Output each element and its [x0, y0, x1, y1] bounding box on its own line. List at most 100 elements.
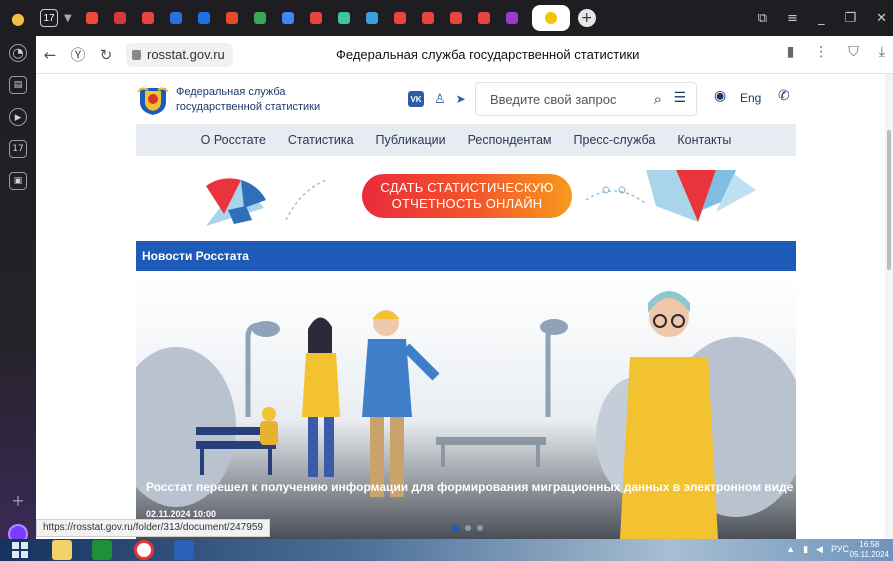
new-tab-icon[interactable]: +: [577, 9, 596, 27]
news-title[interactable]: Росстат перешел к получению информации д…: [146, 480, 793, 494]
media-icon[interactable]: ▣: [9, 172, 27, 190]
play-icon[interactable]: ▸: [9, 108, 27, 126]
slider-dot-3[interactable]: [477, 525, 483, 531]
address-bar-actions: ▮ ⋮ ⛉ ⤓: [787, 44, 885, 60]
phone-icon[interactable]: ✆: [778, 88, 790, 104]
browser-tab[interactable]: ⋮: [316, 7, 526, 257]
store-icon[interactable]: [92, 540, 112, 560]
menu-item-press[interactable]: Пресс-служба: [574, 133, 656, 147]
search-input[interactable]: [490, 91, 630, 107]
menu-item-publications[interactable]: Публикации: [376, 133, 446, 147]
screen: ● 17 ▼ ⋮⋮⋮⋮⋮⋮⋮⋮⋮⋮⋮⋮⋮⋮⋮⋮ + ⧉ ≡ _ ❐ ✕ ◔ ▤ …: [0, 0, 893, 561]
rosstat-logo[interactable]: [136, 82, 170, 116]
search-box: ⌕ ☰: [475, 82, 697, 116]
browser-tab[interactable]: ⋮: [316, 7, 470, 257]
tab-favicon-icon: [365, 12, 378, 24]
back-icon[interactable]: ←: [36, 46, 64, 64]
browser-tab[interactable]: ⋮: [246, 7, 324, 257]
minimize-icon[interactable]: _: [818, 11, 825, 26]
calendar-icon[interactable]: 17: [9, 140, 27, 158]
browser-tab[interactable]: ⋮: [316, 7, 442, 257]
network-icon[interactable]: ▮: [803, 544, 808, 555]
tabs-view-icon[interactable]: ⧉: [758, 11, 767, 26]
tab-favicon-icon: [421, 12, 434, 24]
download-icon[interactable]: ⤓: [879, 44, 885, 60]
reload-icon[interactable]: ↻: [92, 46, 120, 64]
collections-icon[interactable]: ▤: [9, 76, 27, 94]
clock-time: 16:58: [859, 540, 880, 549]
windows-start-icon[interactable]: [12, 542, 28, 558]
tab-favicon-icon: [113, 12, 126, 24]
browser-tab[interactable]: ⋮: [162, 7, 324, 257]
site-header: Федеральная служба государственной стати…: [136, 74, 796, 124]
url-field[interactable]: rosstat.gov.ru: [126, 42, 233, 67]
input-language[interactable]: РУС: [831, 544, 849, 555]
browser-tab[interactable]: ⋮: [106, 7, 324, 257]
window-controls: ⧉ ≡ _ ❐ ✕: [758, 0, 887, 36]
site-name-line1: Федеральная служба: [176, 86, 286, 98]
more-vert-icon[interactable]: ⋮: [814, 44, 828, 60]
tab-favicon-icon: [449, 12, 462, 24]
browser-tab[interactable]: ⋮: [316, 7, 414, 257]
browser-tab[interactable]: ⋮: [78, 7, 324, 257]
search-icon[interactable]: ⌕: [654, 90, 662, 108]
menu-item-statistics[interactable]: Статистика: [288, 133, 354, 147]
close-icon[interactable]: ✕: [876, 11, 887, 26]
profile-icon[interactable]: ●: [0, 0, 36, 36]
browser-tab[interactable]: ⋮: [316, 7, 386, 257]
add-icon[interactable]: +: [9, 491, 27, 510]
bookmark-icon[interactable]: ▮: [787, 44, 795, 60]
menu-icon[interactable]: ≡: [787, 11, 798, 26]
browser-tab[interactable]: ⋮: [274, 7, 324, 257]
language-switch[interactable]: Eng: [740, 91, 761, 105]
browser-tab[interactable]: ⋮: [134, 7, 324, 257]
lightbulb-icon: [544, 12, 557, 24]
odnoklassniki-icon[interactable]: ♙: [434, 92, 446, 107]
news-heading[interactable]: Новости Росстата: [142, 249, 249, 263]
accessibility-eye-icon[interactable]: ◉: [714, 88, 726, 104]
tab-active[interactable]: [531, 5, 570, 31]
reporting-banner[interactable]: СДАТЬ СТАТИСТИЧЕСКУЮ ОТЧЕТНОСТЬ ОНЛАЙН: [136, 160, 796, 232]
menu-item-contacts[interactable]: Контакты: [677, 133, 731, 147]
news-slider[interactable]: Росстат перешел к получению информации д…: [136, 277, 796, 539]
browser-tab[interactable]: ⋮: [316, 7, 498, 257]
restore-icon[interactable]: ❐: [844, 11, 856, 26]
page-title: Федеральная служба государственной стати…: [336, 47, 640, 62]
tab-favicon-icon: [197, 12, 210, 24]
slider-dot-2[interactable]: [465, 525, 471, 531]
yandex-browser-icon[interactable]: [134, 540, 154, 560]
file-explorer-icon[interactable]: [52, 540, 72, 560]
tab-favicon-icon: [337, 12, 350, 24]
browser-tab[interactable]: ⋮: [218, 7, 324, 257]
yandex-icon[interactable]: Ⓨ: [64, 44, 92, 65]
telegram-icon[interactable]: ➤: [456, 92, 466, 106]
scrollbar-thumb[interactable]: [887, 130, 891, 270]
menu-item-about[interactable]: О Росстате: [201, 133, 266, 147]
main-menu: О Росстате Статистика Публикации Респонд…: [136, 124, 796, 156]
site-name[interactable]: Федеральная служба государственной стати…: [176, 85, 326, 115]
chevron-down-icon[interactable]: ▼: [64, 13, 72, 24]
menu-item-respondents[interactable]: Респондентам: [468, 133, 552, 147]
browser-tab[interactable]: ⋮: [302, 7, 330, 257]
vk-icon[interactable]: VK: [408, 91, 424, 107]
tray-arrow-icon[interactable]: ▲: [786, 544, 795, 555]
browser-sidebar: ◔ ▤ ▸ 17 ▣ + •••: [0, 36, 36, 561]
protect-icon[interactable]: ⛉: [848, 44, 859, 60]
site-name-line2: государственной статистики: [176, 101, 321, 113]
tab-favicon-icon: [505, 12, 518, 24]
page-scrollbar[interactable]: [885, 74, 893, 539]
browser-tab[interactable]: ⋮: [316, 7, 358, 257]
tab-count-badge[interactable]: 17: [40, 9, 58, 27]
history-icon[interactable]: ◔: [9, 44, 27, 62]
submit-reporting-button[interactable]: СДАТЬ СТАТИСТИЧЕСКУЮ ОТЧЕТНОСТЬ ОНЛАЙН: [362, 174, 572, 218]
word-icon[interactable]: [174, 540, 194, 560]
cta-line2: ОТЧЕТНОСТЬ ОНЛАЙН: [391, 196, 543, 211]
volume-icon[interactable]: ◀: [816, 544, 823, 555]
filter-icon[interactable]: ☰: [673, 90, 686, 106]
windows-taskbar: ▲ ▮ ◀ РУС 16:58 05.11.2024: [0, 539, 893, 561]
tab-favicon-icon: [169, 12, 182, 24]
slider-dot-1[interactable]: [452, 525, 459, 532]
browser-tab[interactable]: ⋮: [190, 7, 324, 257]
clock[interactable]: 16:58 05.11.2024: [850, 540, 889, 560]
browser-tab-bar: ● 17 ▼ ⋮⋮⋮⋮⋮⋮⋮⋮⋮⋮⋮⋮⋮⋮⋮⋮ + ⧉ ≡ _ ❐ ✕: [0, 0, 893, 257]
